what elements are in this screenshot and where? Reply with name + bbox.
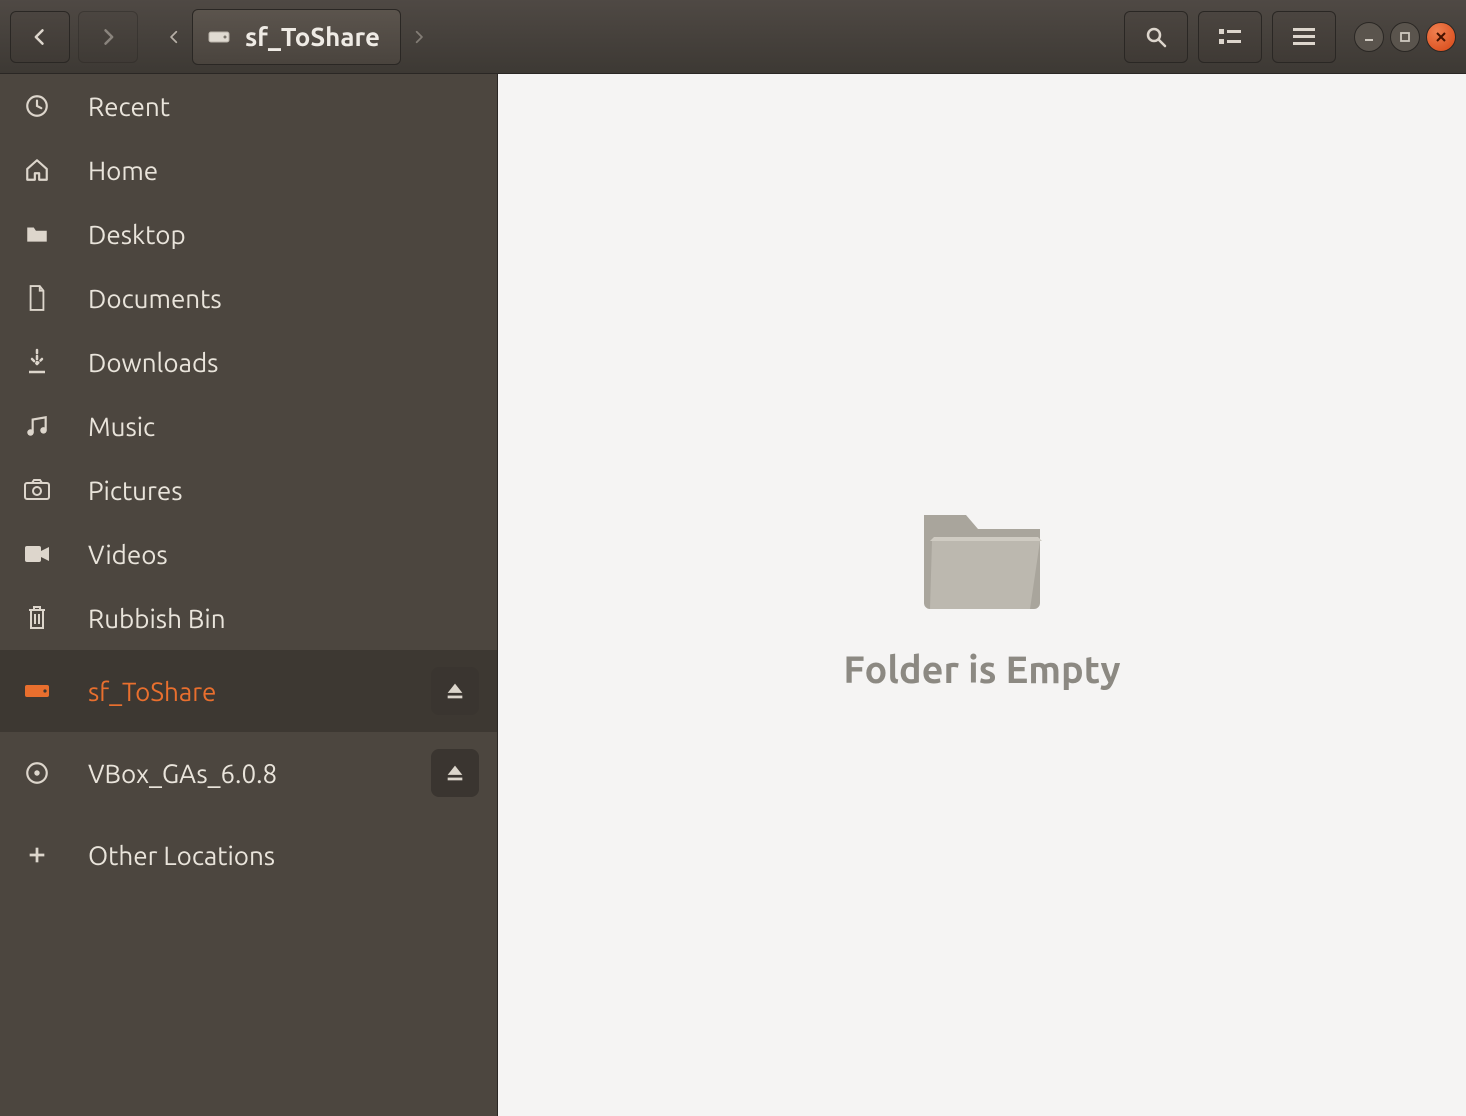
camera-icon	[22, 479, 52, 501]
sidebar-item-sf-toshare[interactable]: sf_ToShare	[0, 650, 497, 732]
path-bar: sf_ToShare	[156, 9, 437, 65]
empty-folder-icon	[912, 499, 1052, 619]
sidebar-item-label: Rubbish Bin	[88, 604, 479, 633]
disc-icon	[22, 760, 52, 786]
sidebar-item-label: Pictures	[88, 476, 479, 505]
sidebar-item-label: Music	[88, 412, 479, 441]
folder-icon	[22, 221, 52, 247]
sidebar-item-label: VBox_GAs_6.0.8	[88, 759, 395, 788]
minimize-button[interactable]	[1354, 22, 1384, 52]
close-icon	[1435, 31, 1447, 43]
sidebar: Recent Home Desktop Documents Downloads	[0, 74, 498, 1116]
sidebar-item-label: Videos	[88, 540, 479, 569]
body: Recent Home Desktop Documents Downloads	[0, 74, 1466, 1116]
sidebar-item-label: sf_ToShare	[88, 677, 395, 706]
toolbar-right	[1124, 11, 1456, 63]
sidebar-item-label: Recent	[88, 92, 479, 121]
video-icon	[22, 544, 52, 564]
list-view-icon	[1218, 28, 1242, 46]
maximize-icon	[1399, 31, 1411, 43]
download-icon	[22, 348, 52, 376]
maximize-button[interactable]	[1390, 22, 1420, 52]
window-controls	[1354, 22, 1456, 52]
minimize-icon	[1363, 31, 1375, 43]
music-icon	[22, 413, 52, 439]
sidebar-item-pictures[interactable]: Pictures	[0, 458, 497, 522]
sidebar-item-documents[interactable]: Documents	[0, 266, 497, 330]
sidebar-item-label: Documents	[88, 284, 479, 313]
empty-folder-text: Folder is Empty	[843, 649, 1120, 691]
eject-icon	[444, 762, 466, 784]
chevron-left-icon	[30, 27, 50, 47]
sidebar-item-label: Downloads	[88, 348, 479, 377]
sidebar-item-downloads[interactable]: Downloads	[0, 330, 497, 394]
close-button[interactable]	[1426, 22, 1456, 52]
sidebar-item-home[interactable]: Home	[0, 138, 497, 202]
eject-button[interactable]	[431, 749, 479, 797]
chevron-right-icon	[98, 27, 118, 47]
forward-button[interactable]	[78, 11, 138, 63]
path-next-icon[interactable]	[401, 11, 437, 63]
search-icon	[1144, 25, 1168, 49]
eject-icon	[444, 680, 466, 702]
sidebar-item-music[interactable]: Music	[0, 394, 497, 458]
sidebar-item-other-locations[interactable]: Other Locations	[0, 814, 497, 896]
home-icon	[22, 157, 52, 183]
trash-icon	[22, 604, 52, 632]
plus-icon	[22, 844, 52, 866]
clock-icon	[22, 93, 52, 119]
search-button[interactable]	[1124, 11, 1188, 63]
view-mode-button[interactable]	[1198, 11, 1262, 63]
sidebar-item-videos[interactable]: Videos	[0, 522, 497, 586]
content-pane: Folder is Empty	[498, 74, 1466, 1116]
sidebar-item-label: Other Locations	[88, 841, 479, 870]
sidebar-item-recent[interactable]: Recent	[0, 74, 497, 138]
back-button[interactable]	[10, 11, 70, 63]
path-segment-current[interactable]: sf_ToShare	[192, 9, 401, 65]
sidebar-item-label: Home	[88, 156, 479, 185]
path-segment-label: sf_ToShare	[245, 22, 380, 51]
sidebar-item-trash[interactable]: Rubbish Bin	[0, 586, 497, 650]
drive-icon	[22, 681, 52, 701]
document-icon	[22, 284, 52, 312]
sidebar-item-label: Desktop	[88, 220, 479, 249]
sidebar-item-vbox-gas[interactable]: VBox_GAs_6.0.8	[0, 732, 497, 814]
hamburger-icon	[1293, 28, 1315, 46]
drive-icon	[207, 25, 231, 49]
eject-button[interactable]	[431, 667, 479, 715]
path-prev-icon[interactable]	[156, 11, 192, 63]
menu-button[interactable]	[1272, 11, 1336, 63]
sidebar-item-desktop[interactable]: Desktop	[0, 202, 497, 266]
header-bar: sf_ToShare	[0, 0, 1466, 74]
